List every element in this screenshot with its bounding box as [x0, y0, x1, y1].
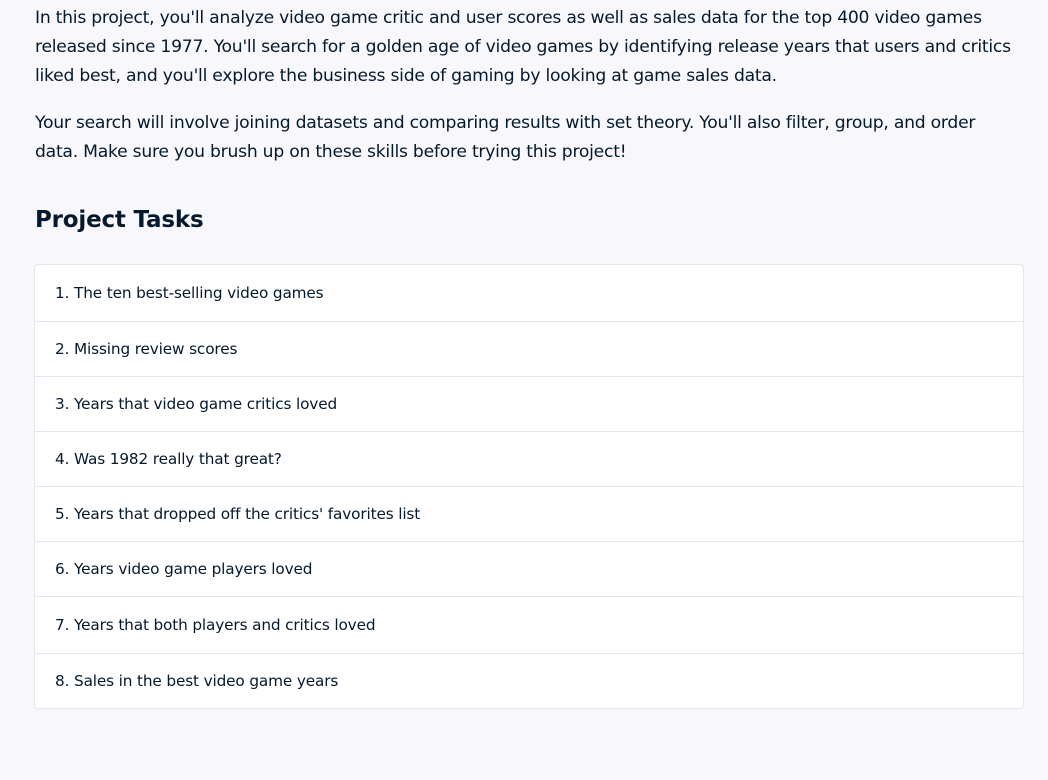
description-paragraph: In this project, you'll analyze video ga… [35, 8, 1011, 86]
task-item-2[interactable]: 2. Missing review scores [35, 321, 1023, 376]
task-item-6[interactable]: 6. Years video game players loved [35, 541, 1023, 596]
task-item-7[interactable]: 7. Years that both players and critics l… [35, 596, 1023, 653]
project-tasks-heading: Project Tasks [35, 207, 204, 233]
task-item-4[interactable]: 4. Was 1982 really that great? [35, 431, 1023, 486]
project-description: In this project, you'll analyze video ga… [35, 4, 1015, 185]
description-paragraph: Your search will involve joining dataset… [35, 113, 976, 162]
task-list: 1. The ten best-selling video games 2. M… [34, 264, 1024, 709]
task-item-3[interactable]: 3. Years that video game critics loved [35, 376, 1023, 431]
task-item-5[interactable]: 5. Years that dropped off the critics' f… [35, 486, 1023, 541]
task-item-1[interactable]: 1. The ten best-selling video games [35, 265, 1023, 321]
task-item-8[interactable]: 8. Sales in the best video game years [35, 653, 1023, 708]
project-page: In this project, you'll analyze video ga… [0, 0, 1048, 780]
